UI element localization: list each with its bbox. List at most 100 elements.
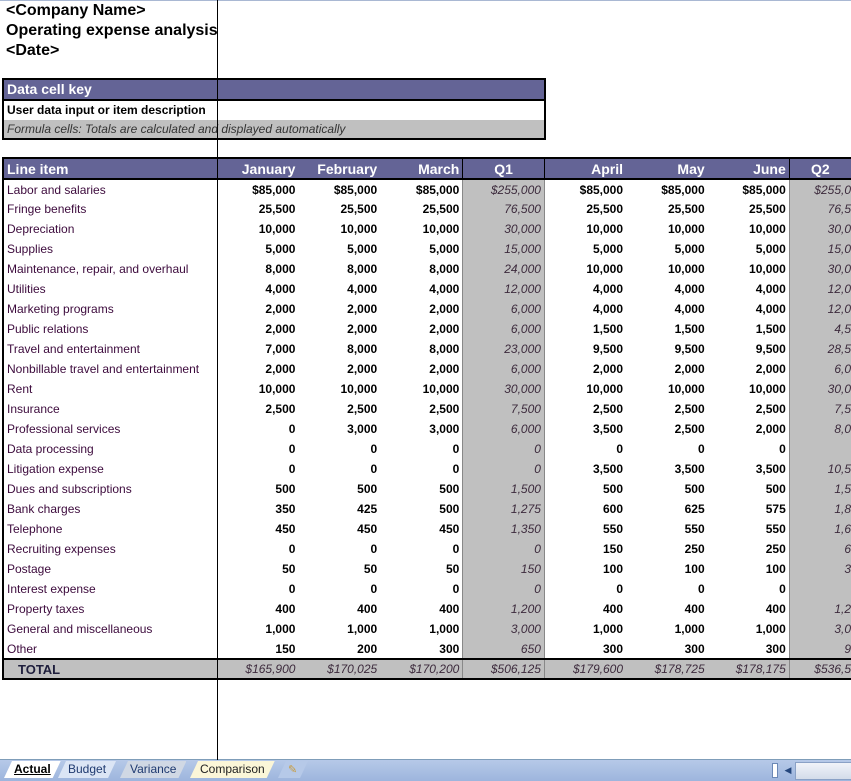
q2-cell[interactable]: $255,0 xyxy=(788,179,851,199)
march-cell[interactable]: 400 xyxy=(380,599,463,619)
march-cell[interactable]: $85,000 xyxy=(380,179,463,199)
may-cell[interactable]: 2,000 xyxy=(626,359,708,379)
march-cell[interactable]: 2,500 xyxy=(380,399,463,419)
line-item-cell[interactable]: Interest expense xyxy=(2,579,219,599)
line-item-cell[interactable]: Litigation expense xyxy=(2,459,219,479)
june-cell[interactable]: 1,500 xyxy=(708,319,790,339)
line-item-cell[interactable]: Other xyxy=(2,639,219,659)
january-cell[interactable]: 10,000 xyxy=(218,379,299,399)
q2-cell[interactable] xyxy=(788,439,851,459)
q1-cell[interactable]: 1,200 xyxy=(462,599,545,619)
january-cell[interactable]: 2,000 xyxy=(218,299,299,319)
col-header-april[interactable]: April xyxy=(544,157,627,180)
may-cell[interactable]: 2,500 xyxy=(626,419,708,439)
sheet-tab-actual[interactable]: Actual xyxy=(4,761,61,778)
march-cell[interactable]: 1,000 xyxy=(380,619,463,639)
line-item-cell[interactable]: Utilities xyxy=(2,279,219,299)
june-cell[interactable]: 9,500 xyxy=(708,339,790,359)
january-cell[interactable]: 5,000 xyxy=(218,239,299,259)
q2-cell[interactable]: 9 xyxy=(788,639,851,659)
march-cell[interactable]: 0 xyxy=(380,539,463,559)
may-cell[interactable]: 100 xyxy=(626,559,708,579)
april-cell[interactable]: 100 xyxy=(544,559,626,579)
insert-worksheet-button[interactable]: ✎ xyxy=(278,761,308,778)
april-cell[interactable]: 3,500 xyxy=(544,419,626,439)
line-item-cell[interactable]: Fringe benefits xyxy=(2,199,219,219)
april-cell[interactable]: 4,000 xyxy=(544,279,626,299)
q1-cell[interactable]: 0 xyxy=(462,459,545,479)
total-april-cell[interactable]: $179,600 xyxy=(544,658,627,680)
april-cell[interactable]: 10,000 xyxy=(544,379,626,399)
january-cell[interactable]: 150 xyxy=(218,639,299,659)
col-header-line-item[interactable]: Line item xyxy=(2,157,218,180)
total-may-cell[interactable]: $178,725 xyxy=(626,658,708,680)
line-item-cell[interactable]: Insurance xyxy=(2,399,219,419)
may-cell[interactable]: 250 xyxy=(626,539,708,559)
january-cell[interactable]: 350 xyxy=(218,499,299,519)
total-q2-cell[interactable]: $536,5 xyxy=(788,658,851,680)
q1-cell[interactable]: 1,500 xyxy=(462,479,545,499)
may-cell[interactable]: 5,000 xyxy=(626,239,708,259)
line-item-cell[interactable]: Postage xyxy=(2,559,219,579)
key-title[interactable]: Data cell key xyxy=(4,80,544,101)
may-cell[interactable]: 400 xyxy=(626,599,708,619)
april-cell[interactable]: 600 xyxy=(544,499,626,519)
total-february-cell[interactable]: $170,025 xyxy=(298,658,381,680)
march-cell[interactable]: 0 xyxy=(380,459,463,479)
march-cell[interactable]: 300 xyxy=(380,639,463,659)
q2-cell[interactable]: 3,0 xyxy=(788,619,851,639)
january-cell[interactable]: 2,000 xyxy=(218,359,299,379)
q2-cell[interactable]: 8,0 xyxy=(788,419,851,439)
q1-cell[interactable]: 30,000 xyxy=(462,219,545,239)
total-january-cell[interactable]: $165,900 xyxy=(217,658,299,680)
report-title[interactable]: Operating expense analysis xyxy=(6,21,218,41)
march-cell[interactable]: 50 xyxy=(380,559,463,579)
april-cell[interactable]: 300 xyxy=(544,639,626,659)
march-cell[interactable]: 500 xyxy=(380,479,463,499)
col-header-february[interactable]: February xyxy=(298,157,381,180)
line-item-cell[interactable]: Telephone xyxy=(2,519,219,539)
february-cell[interactable]: 0 xyxy=(298,579,380,599)
q1-cell[interactable]: 6,000 xyxy=(462,419,545,439)
q2-cell[interactable]: 30,0 xyxy=(788,379,851,399)
line-item-cell[interactable]: Marketing programs xyxy=(2,299,219,319)
june-cell[interactable]: 4,000 xyxy=(708,299,790,319)
q2-cell[interactable]: 12,0 xyxy=(788,299,851,319)
april-cell[interactable]: 9,500 xyxy=(544,339,626,359)
march-cell[interactable]: 4,000 xyxy=(380,279,463,299)
june-cell[interactable]: 2,000 xyxy=(708,359,790,379)
february-cell[interactable]: 0 xyxy=(298,439,380,459)
april-cell[interactable]: 0 xyxy=(544,579,626,599)
february-cell[interactable]: 200 xyxy=(298,639,380,659)
may-cell[interactable]: 1,000 xyxy=(626,619,708,639)
june-cell[interactable]: 2,000 xyxy=(708,419,790,439)
february-cell[interactable]: 5,000 xyxy=(298,239,380,259)
april-cell[interactable]: 400 xyxy=(544,599,626,619)
freeze-pane-divider[interactable] xyxy=(217,0,218,760)
june-cell[interactable]: 5,000 xyxy=(708,239,790,259)
line-item-cell[interactable]: Maintenance, repair, and overhaul xyxy=(2,259,219,279)
january-cell[interactable]: 1,000 xyxy=(218,619,299,639)
total-q1-cell[interactable]: $506,125 xyxy=(462,658,545,680)
q2-cell[interactable] xyxy=(788,579,851,599)
february-cell[interactable]: 1,000 xyxy=(298,619,380,639)
may-cell[interactable]: $85,000 xyxy=(626,179,708,199)
q1-cell[interactable]: 1,275 xyxy=(462,499,545,519)
february-cell[interactable]: 2,000 xyxy=(298,359,380,379)
april-cell[interactable]: 10,000 xyxy=(544,259,626,279)
q1-cell[interactable]: 12,000 xyxy=(462,279,545,299)
q2-cell[interactable]: 6 xyxy=(788,539,851,559)
june-cell[interactable]: 0 xyxy=(708,579,790,599)
january-cell[interactable]: 4,000 xyxy=(218,279,299,299)
april-cell[interactable]: 25,500 xyxy=(544,199,626,219)
march-cell[interactable]: 3,000 xyxy=(380,419,463,439)
february-cell[interactable]: 425 xyxy=(298,499,380,519)
february-cell[interactable]: 2,500 xyxy=(298,399,380,419)
february-cell[interactable]: 450 xyxy=(298,519,380,539)
may-cell[interactable]: 550 xyxy=(626,519,708,539)
march-cell[interactable]: 25,500 xyxy=(380,199,463,219)
line-item-cell[interactable]: Bank charges xyxy=(2,499,219,519)
january-cell[interactable]: 450 xyxy=(218,519,299,539)
col-header-january[interactable]: January xyxy=(217,157,299,180)
april-cell[interactable]: 4,000 xyxy=(544,299,626,319)
